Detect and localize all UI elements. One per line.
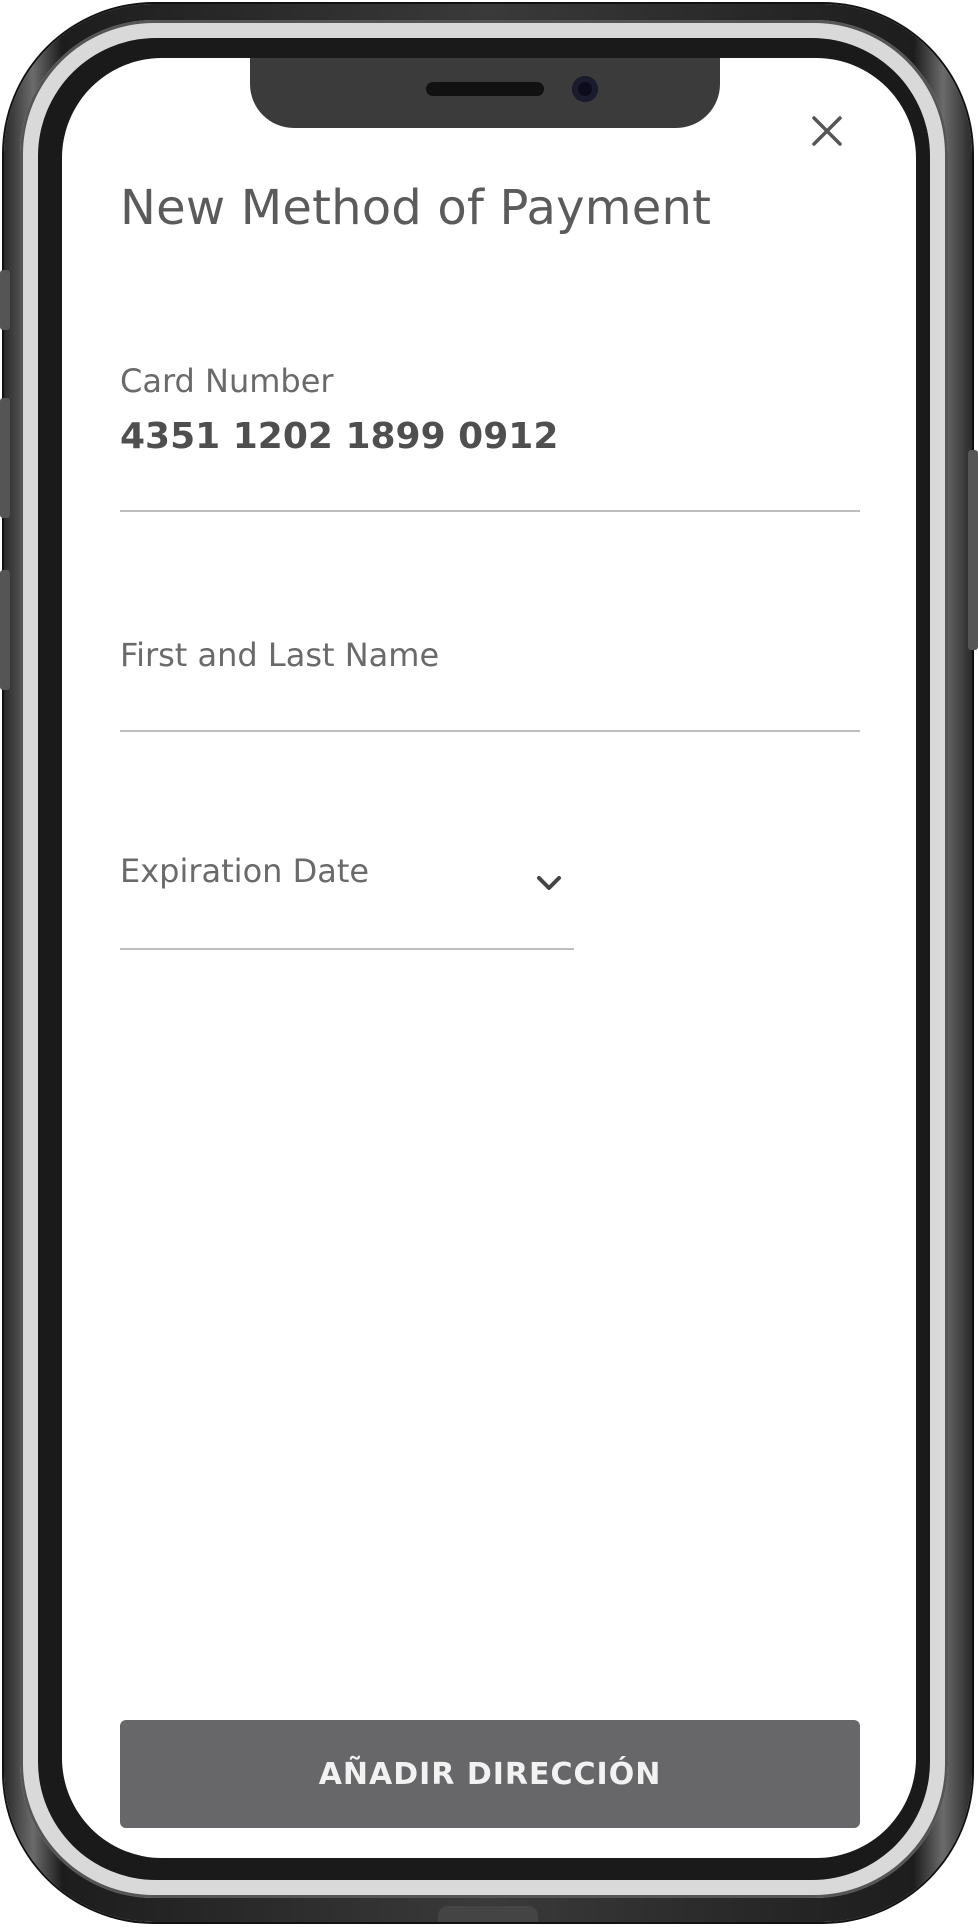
full-name-label: First and Last Name bbox=[120, 636, 440, 674]
notch bbox=[250, 58, 720, 128]
chevron-down-icon[interactable] bbox=[532, 866, 566, 900]
side-button-volume-up bbox=[0, 398, 10, 518]
expiration-date-select[interactable]: Expiration Date bbox=[120, 852, 574, 950]
close-button[interactable] bbox=[804, 108, 850, 154]
close-icon bbox=[812, 116, 842, 146]
expiration-date-label: Expiration Date bbox=[120, 852, 370, 890]
add-address-button[interactable]: AÑADIR DIRECCIÓN bbox=[120, 1720, 860, 1828]
card-number-label: Card Number bbox=[120, 362, 334, 400]
front-camera bbox=[572, 76, 598, 102]
side-button-power bbox=[968, 450, 978, 650]
phone-screen: New Method of Payment Card Number 4351 1… bbox=[62, 58, 916, 1858]
add-address-button-label: AÑADIR DIRECCIÓN bbox=[318, 1756, 662, 1792]
phone-bottom-port bbox=[438, 1906, 538, 1922]
page-title: New Method of Payment bbox=[120, 180, 712, 236]
full-name-field[interactable]: First and Last Name bbox=[120, 636, 860, 732]
side-button-volume-down bbox=[0, 570, 10, 690]
side-button-mute bbox=[0, 270, 10, 330]
speaker-grille bbox=[426, 82, 544, 96]
card-number-field[interactable]: Card Number 4351 1202 1899 0912 bbox=[120, 362, 860, 512]
card-number-value[interactable]: 4351 1202 1899 0912 bbox=[120, 416, 860, 457]
